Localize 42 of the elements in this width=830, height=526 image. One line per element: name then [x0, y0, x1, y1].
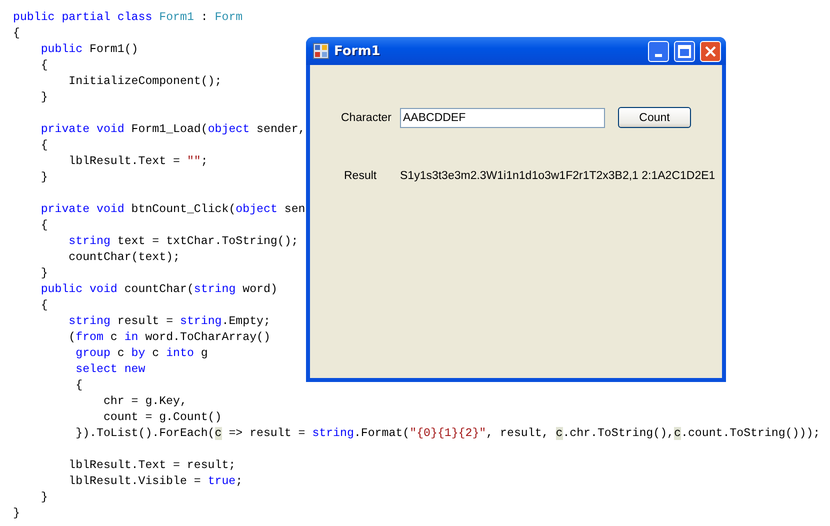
- code-line: lblResult.Text = "";: [68, 154, 208, 170]
- minimize-icon: [655, 54, 662, 56]
- result-text: S1y1s3t3e3m2.3W1i1n1d1o3w1F2r1T2x3B2,1 2:1A2C1D2E1: [400, 170, 716, 182]
- code-line: InitializeComponent();: [68, 74, 222, 90]
- code-line: (from c in word.ToCharArray(): [68, 330, 270, 346]
- code-line: string result = string.Empty;: [68, 314, 270, 330]
- code-line: public Form1(): [40, 42, 138, 58]
- maximize-button[interactable]: [674, 40, 695, 62]
- code-line: lblResult.Text = result;: [68, 458, 236, 474]
- result-label: Result: [343, 170, 378, 182]
- code-line: string text = txtChar.ToString();: [68, 234, 298, 250]
- code-line: private void Form1_Load(object sender,: [40, 122, 306, 138]
- character-field[interactable]: AABCDDEF: [400, 108, 605, 128]
- code-line: }: [40, 266, 48, 282]
- code-line: chr = g.Key,: [102, 394, 187, 410]
- code-line: }: [40, 90, 48, 106]
- code-line: public partial class Form1 : Form: [13, 10, 243, 26]
- code-line: {: [40, 298, 48, 314]
- code-line: lblResult.Visible = true;: [68, 474, 243, 490]
- app-icon: [313, 43, 329, 59]
- code-line: }: [13, 506, 20, 522]
- code-line: {: [40, 218, 48, 234]
- code-line: }: [40, 490, 48, 506]
- code-line: group c by c into g: [74, 346, 208, 362]
- character-label: Character: [341, 112, 392, 124]
- code-line: {: [40, 138, 48, 154]
- window-title: Form1: [334, 44, 382, 58]
- code-line: {: [13, 26, 20, 42]
- code-line: select new: [74, 362, 146, 378]
- code-line: count = g.Count(): [102, 410, 222, 426]
- close-button[interactable]: [700, 40, 721, 62]
- count-button[interactable]: Count: [618, 107, 691, 128]
- minimize-button[interactable]: [648, 40, 669, 62]
- maximize-icon: [678, 44, 691, 58]
- code-line: }: [40, 170, 48, 186]
- code-line: }).ToList().ForEach(c => result = string.Format("{0}{1}{2}", result, c.chr.ToString(),c.count.ToString()));: [74, 426, 820, 442]
- code-line: public void countChar(string word): [40, 282, 278, 298]
- code-line: private void btnCount_Click(object sen: [40, 202, 306, 218]
- code-line: {: [40, 58, 48, 74]
- close-icon: [705, 46, 716, 56]
- code-line: {: [74, 378, 83, 394]
- code-line: countChar(text);: [68, 250, 180, 266]
